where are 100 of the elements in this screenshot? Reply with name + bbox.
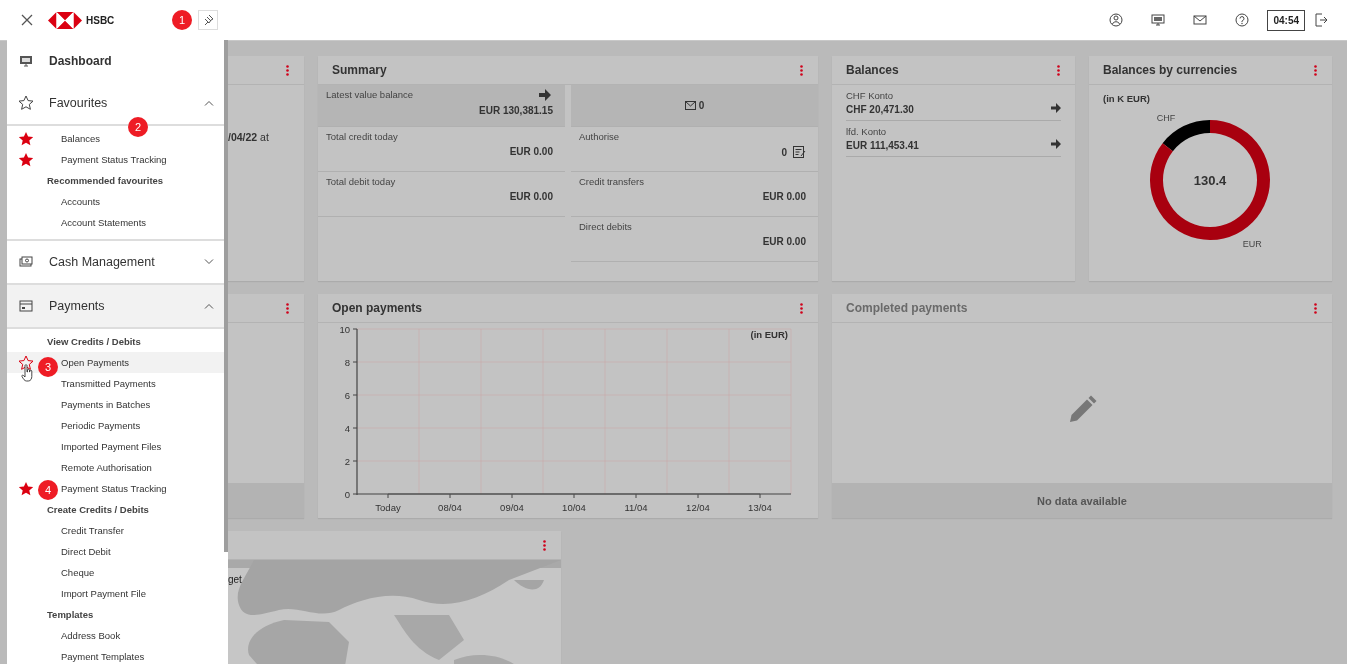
slice-label: EUR — [1242, 238, 1262, 249]
star-icon[interactable] — [19, 153, 33, 167]
more-icon — [286, 64, 289, 76]
star-icon[interactable] — [19, 482, 33, 496]
more-icon — [286, 302, 289, 314]
star-icon[interactable] — [19, 132, 33, 146]
card-menu-button[interactable] — [797, 62, 806, 78]
logout-icon — [1314, 13, 1328, 27]
card-menu-button[interactable] — [797, 300, 806, 316]
banknotes-icon — [19, 255, 33, 269]
summary-value: EUR 0.00 — [762, 236, 806, 247]
menu-item[interactable]: Imported Payment Files — [61, 441, 162, 452]
axis-tick-label: 0 — [344, 488, 350, 500]
summary-label: Total debit today — [326, 176, 396, 187]
card-menu-button[interactable] — [1311, 300, 1320, 316]
menu-item[interactable]: Open Payments — [61, 357, 130, 368]
empty-state-message: No data available — [832, 483, 1332, 518]
card-title: Balances — [846, 63, 900, 77]
card-title: Open payments — [332, 301, 424, 315]
menu-item[interactable]: Import Payment File — [61, 588, 146, 599]
summary-row[interactable]: Credit transfers EUR 0.00 — [571, 172, 818, 217]
menu-item[interactable]: Payments in Batches — [61, 399, 151, 410]
menu-item[interactable]: Credit Transfer — [61, 525, 124, 536]
account-name: lfd. Konto — [846, 126, 888, 137]
card-menu-button[interactable] — [283, 300, 292, 316]
close-button[interactable] — [20, 14, 34, 26]
summary-row[interactable]: Total debit today EUR 0.00 — [318, 172, 565, 217]
summary-label: Latest value balance — [326, 89, 414, 100]
summary-value: EUR 0.00 — [762, 191, 806, 202]
card-title: Completed payments — [846, 301, 969, 315]
person-icon — [1109, 13, 1124, 27]
menu-group-heading: Create Credits / Debits — [47, 504, 149, 515]
hand-cursor-icon — [21, 364, 33, 382]
menu-item[interactable]: Payment Status Tracking — [61, 154, 167, 165]
card-title: Summary — [332, 63, 388, 77]
menu-item[interactable]: Transmitted Payments — [61, 378, 156, 389]
axis-tick-label: 8 — [344, 356, 350, 368]
document-pen-icon — [793, 146, 806, 159]
more-icon — [1314, 64, 1317, 76]
pin-button[interactable] — [198, 10, 219, 30]
summary-row[interactable]: Total credit today EUR 0.00 — [318, 127, 565, 172]
menu-section-header[interactable]: Payments — [7, 285, 224, 327]
menu-group-heading: View Credits / Debits — [47, 336, 141, 347]
card-text: /04/22 at — [228, 131, 269, 143]
unit-label: (in EUR) — [750, 329, 788, 340]
pencil-icon — [1067, 395, 1097, 425]
message-count: 0 — [698, 100, 705, 111]
menu-group-heading: Recommended favourites — [47, 175, 164, 186]
menu-item[interactable]: Direct Debit — [61, 546, 111, 557]
more-icon — [543, 539, 546, 551]
axis-tick-label: 2 — [344, 455, 350, 467]
summary-value: EUR 0.00 — [509, 191, 553, 202]
open-account-button[interactable] — [1051, 139, 1061, 149]
envelope-icon — [684, 101, 696, 110]
summary-tile[interactable]: Latest value balance EUR 130,381.15 — [318, 85, 565, 127]
menu-item[interactable]: Remote Authorisation — [61, 462, 152, 473]
card-menu-button[interactable] — [283, 62, 292, 78]
total-label: 130.4 — [1193, 173, 1227, 188]
scrollbar[interactable] — [224, 40, 228, 552]
account-balance: CHF 20,471.30 — [846, 104, 914, 115]
summary-row[interactable]: Authorise 0 — [571, 127, 818, 172]
arrow-right-icon — [539, 89, 551, 101]
menu-item[interactable]: Balances — [61, 133, 101, 144]
axis-tick-label: 10 — [339, 323, 350, 335]
menu-item[interactable]: Address Book — [61, 630, 121, 641]
axis-tick-label: 08/04 — [438, 502, 462, 513]
chevron-up-icon — [204, 100, 214, 106]
summary-value: 0 — [781, 147, 787, 158]
menu-group-heading: Templates — [47, 609, 94, 620]
card-menu-button[interactable] — [1311, 62, 1320, 78]
menu-item[interactable]: Cheque — [61, 567, 95, 578]
menu-item[interactable]: Payment Templates — [61, 651, 145, 662]
more-icon — [1057, 64, 1060, 76]
open-account-button[interactable] — [1051, 103, 1061, 113]
summary-row[interactable]: Direct debits EUR 0.00 — [571, 217, 818, 262]
summary-label: Credit transfers — [579, 176, 645, 187]
axis-tick-label: 09/04 — [500, 502, 524, 513]
arrow-right-icon — [1051, 103, 1061, 113]
menu-item[interactable]: Accounts — [61, 196, 101, 207]
summary-value: EUR 130,381.15 — [479, 105, 553, 116]
menu-item[interactable]: Payment Status Tracking — [61, 483, 167, 494]
logo-text: HSBC — [86, 14, 115, 26]
summary-value: EUR 0.00 — [509, 146, 553, 157]
help-icon — [1235, 13, 1250, 27]
axis-tick-label: 10/04 — [562, 502, 586, 513]
card-icon — [19, 299, 33, 313]
card-title: Balances by currencies — [1103, 63, 1239, 77]
unit-label: (in K EUR) — [1103, 93, 1150, 104]
star-outline-icon[interactable] — [19, 356, 33, 370]
menu-item[interactable]: Account Statements — [61, 217, 147, 228]
summary-label: Direct debits — [579, 221, 633, 232]
summary-tile[interactable]: 0 — [571, 85, 818, 127]
card-menu-button[interactable] — [540, 537, 549, 553]
axis-tick-label: 13/04 — [748, 502, 772, 513]
map-label: get — [228, 574, 242, 585]
menu-item[interactable]: Periodic Payments — [61, 420, 141, 431]
card-menu-button[interactable] — [1054, 62, 1063, 78]
account-balance: EUR 111,453.41 — [846, 140, 919, 151]
axis-tick-label: 6 — [344, 389, 350, 401]
summary-label: Total credit today — [326, 131, 398, 142]
